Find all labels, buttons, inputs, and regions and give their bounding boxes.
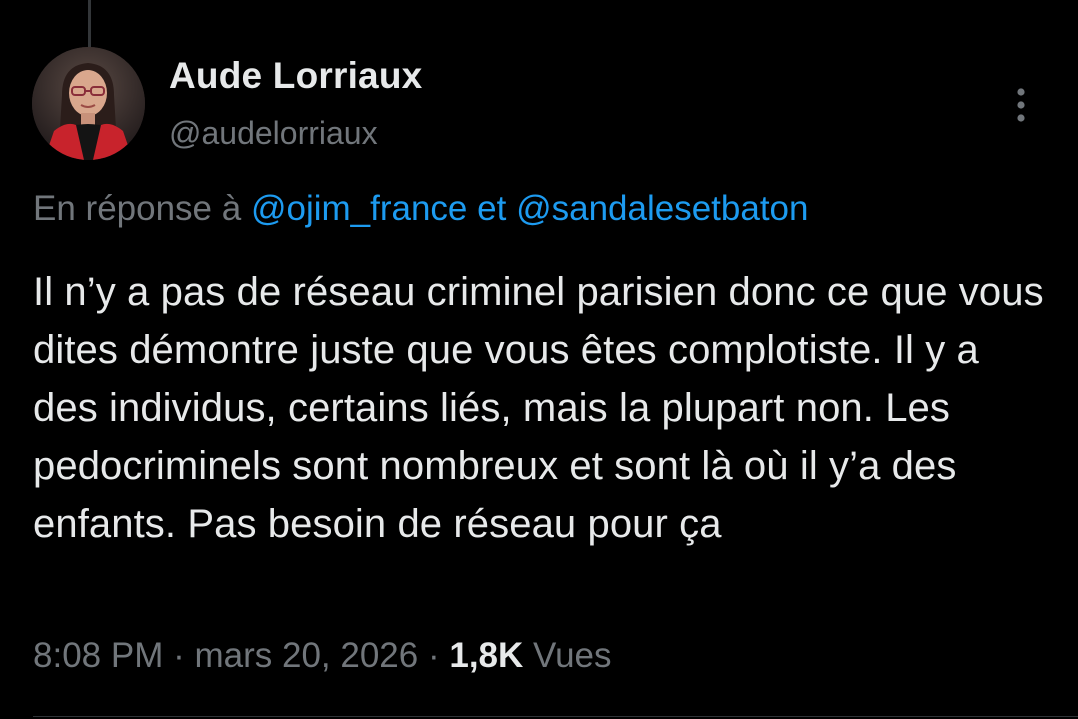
author-handle[interactable]: @audelorriaux xyxy=(169,115,378,152)
author-display-name[interactable]: Aude Lorriaux xyxy=(169,55,422,97)
profile-photo-icon xyxy=(32,47,145,160)
reply-joiner: et xyxy=(477,189,507,228)
more-vertical-icon xyxy=(1017,88,1025,122)
tweet-meta: 8:08 PM · mars 20, 2026 · 1,8K Vues xyxy=(33,636,612,676)
avatar[interactable] xyxy=(32,47,145,160)
views-label: Vues xyxy=(533,636,612,675)
meta-separator: · xyxy=(427,636,440,675)
views-count: 1,8K xyxy=(449,636,524,675)
meta-separator: · xyxy=(173,636,185,675)
reply-context: En réponse à @ojim_france et @sandaleset… xyxy=(33,189,809,229)
tweet-date[interactable]: mars 20, 2026 xyxy=(194,636,418,675)
mention-link[interactable]: @sandalesetbaton xyxy=(516,189,808,228)
thread-connector-line xyxy=(88,0,91,48)
more-options-button[interactable] xyxy=(1006,84,1036,126)
mention-link[interactable]: @ojim_france xyxy=(251,189,467,228)
reply-prefix: En réponse à xyxy=(33,189,242,228)
tweet-time[interactable]: 8:08 PM xyxy=(33,636,163,675)
divider xyxy=(33,716,1078,717)
tweet-text: Il n’y a pas de réseau criminel parisien… xyxy=(33,270,1044,546)
